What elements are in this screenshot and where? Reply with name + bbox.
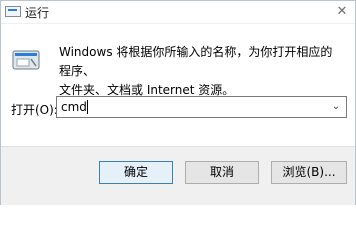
chevron-down-icon[interactable]: ⌄ — [329, 100, 343, 114]
run-app-icon — [5, 6, 21, 17]
browse-button[interactable]: 浏览(B)... — [271, 161, 347, 184]
description-line-1: Windows 将根据你所输入的名称，为你打开相应的程序、 — [59, 45, 333, 78]
title-bar[interactable]: 运行 ✕ — [1, 1, 355, 24]
cancel-button[interactable]: 取消 — [185, 161, 259, 184]
run-program-icon — [12, 50, 40, 70]
close-button[interactable]: ✕ — [333, 4, 351, 20]
run-dialog: 运行 ✕ Windows 将根据你所输入的名称，为你打开相应的程序、 文件夹、文… — [0, 0, 356, 205]
button-bar: 确定 取消 浏览(B)... — [1, 146, 355, 205]
ok-button[interactable]: 确定 — [99, 161, 173, 184]
open-input[interactable] — [61, 99, 316, 115]
text-caret — [87, 100, 88, 114]
open-combobox[interactable]: ⌄ — [56, 96, 347, 118]
window-title: 运行 — [25, 6, 50, 20]
open-label: 打开(O): — [11, 103, 58, 117]
dialog-description: Windows 将根据你所输入的名称，为你打开相应的程序、 文件夹、文档或 In… — [59, 43, 339, 100]
